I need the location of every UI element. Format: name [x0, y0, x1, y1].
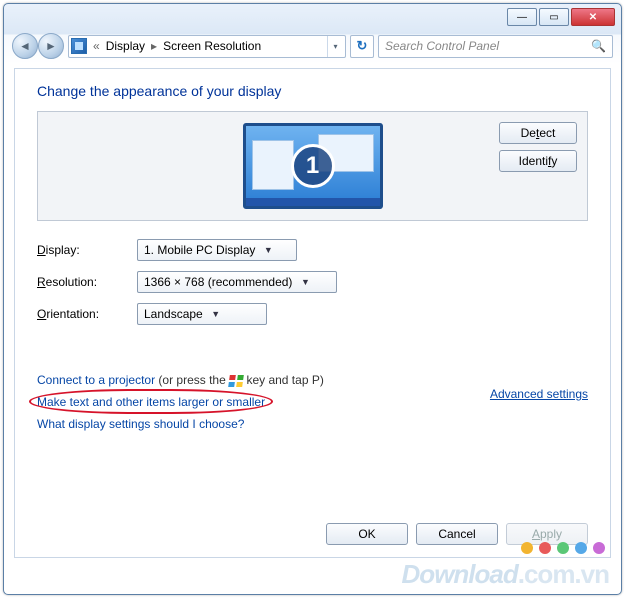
minimize-button[interactable]: — — [507, 8, 537, 26]
monitor-thumbnail[interactable]: 1 — [243, 123, 383, 209]
chevron-down-icon: ▼ — [298, 277, 312, 287]
orientation-combo-value: Landscape — [144, 307, 203, 321]
cancel-button[interactable]: Cancel — [416, 523, 498, 545]
orientation-combo[interactable]: Landscape ▼ — [137, 303, 267, 325]
chevron-down-icon: ▼ — [261, 245, 275, 255]
maximize-button[interactable]: ▭ — [539, 8, 569, 26]
address-bar[interactable]: « Display ▸ Screen Resolution ▾ — [68, 35, 346, 58]
resolution-combo[interactable]: 1366 × 768 (recommended) ▼ — [137, 271, 337, 293]
display-preview: 1 Detect Identify — [37, 111, 588, 221]
connect-projector-link[interactable]: Connect to a projector — [37, 373, 155, 387]
back-icon: ◄ — [19, 39, 31, 53]
close-button[interactable]: ✕ — [571, 8, 615, 26]
breadcrumb-display[interactable]: Display — [106, 39, 145, 53]
display-combo[interactable]: 1. Mobile PC Display ▼ — [137, 239, 297, 261]
detect-button[interactable]: Detect — [499, 122, 577, 144]
projector-hint-post: key and tap P) — [243, 373, 324, 387]
ok-button[interactable]: OK — [326, 523, 408, 545]
close-icon: ✕ — [589, 12, 597, 23]
identify-button[interactable]: Identify — [499, 150, 577, 172]
resolution-combo-value: 1366 × 768 (recommended) — [144, 275, 292, 289]
breadcrumb-sep-icon: ▸ — [149, 39, 159, 53]
forward-icon: ► — [45, 39, 57, 53]
resolution-label: Resolution: — [37, 275, 137, 289]
refresh-icon: ↻ — [357, 38, 368, 54]
search-placeholder: Search Control Panel — [385, 39, 499, 53]
control-panel-icon — [71, 38, 87, 54]
windows-key-icon — [228, 375, 244, 387]
breadcrumb-screen-resolution[interactable]: Screen Resolution — [163, 39, 261, 53]
orientation-label: Orientation: — [37, 307, 137, 321]
minimize-icon: — — [517, 12, 527, 23]
search-input[interactable]: Search Control Panel 🔍 — [378, 35, 613, 58]
search-icon: 🔍 — [591, 39, 606, 53]
maximize-icon: ▭ — [549, 12, 558, 23]
chevron-down-icon: ▼ — [209, 309, 223, 319]
advanced-settings-link[interactable]: Advanced settings — [490, 387, 588, 401]
display-label: Display: — [37, 243, 137, 257]
page-title: Change the appearance of your display — [37, 83, 588, 99]
watermark-dots — [521, 542, 605, 554]
history-chevron-icon: « — [91, 39, 102, 53]
monitor-number-badge: 1 — [291, 144, 335, 188]
text-size-link[interactable]: Make text and other items larger or smal… — [37, 395, 265, 409]
display-combo-value: 1. Mobile PC Display — [144, 243, 255, 257]
projector-hint-pre: (or press the — [155, 373, 229, 387]
which-settings-link[interactable]: What display settings should I choose? — [37, 417, 244, 431]
refresh-button[interactable]: ↻ — [350, 35, 374, 58]
address-dropdown-icon[interactable]: ▾ — [327, 36, 343, 57]
back-button[interactable]: ◄ — [12, 33, 38, 59]
forward-button[interactable]: ► — [38, 33, 64, 59]
